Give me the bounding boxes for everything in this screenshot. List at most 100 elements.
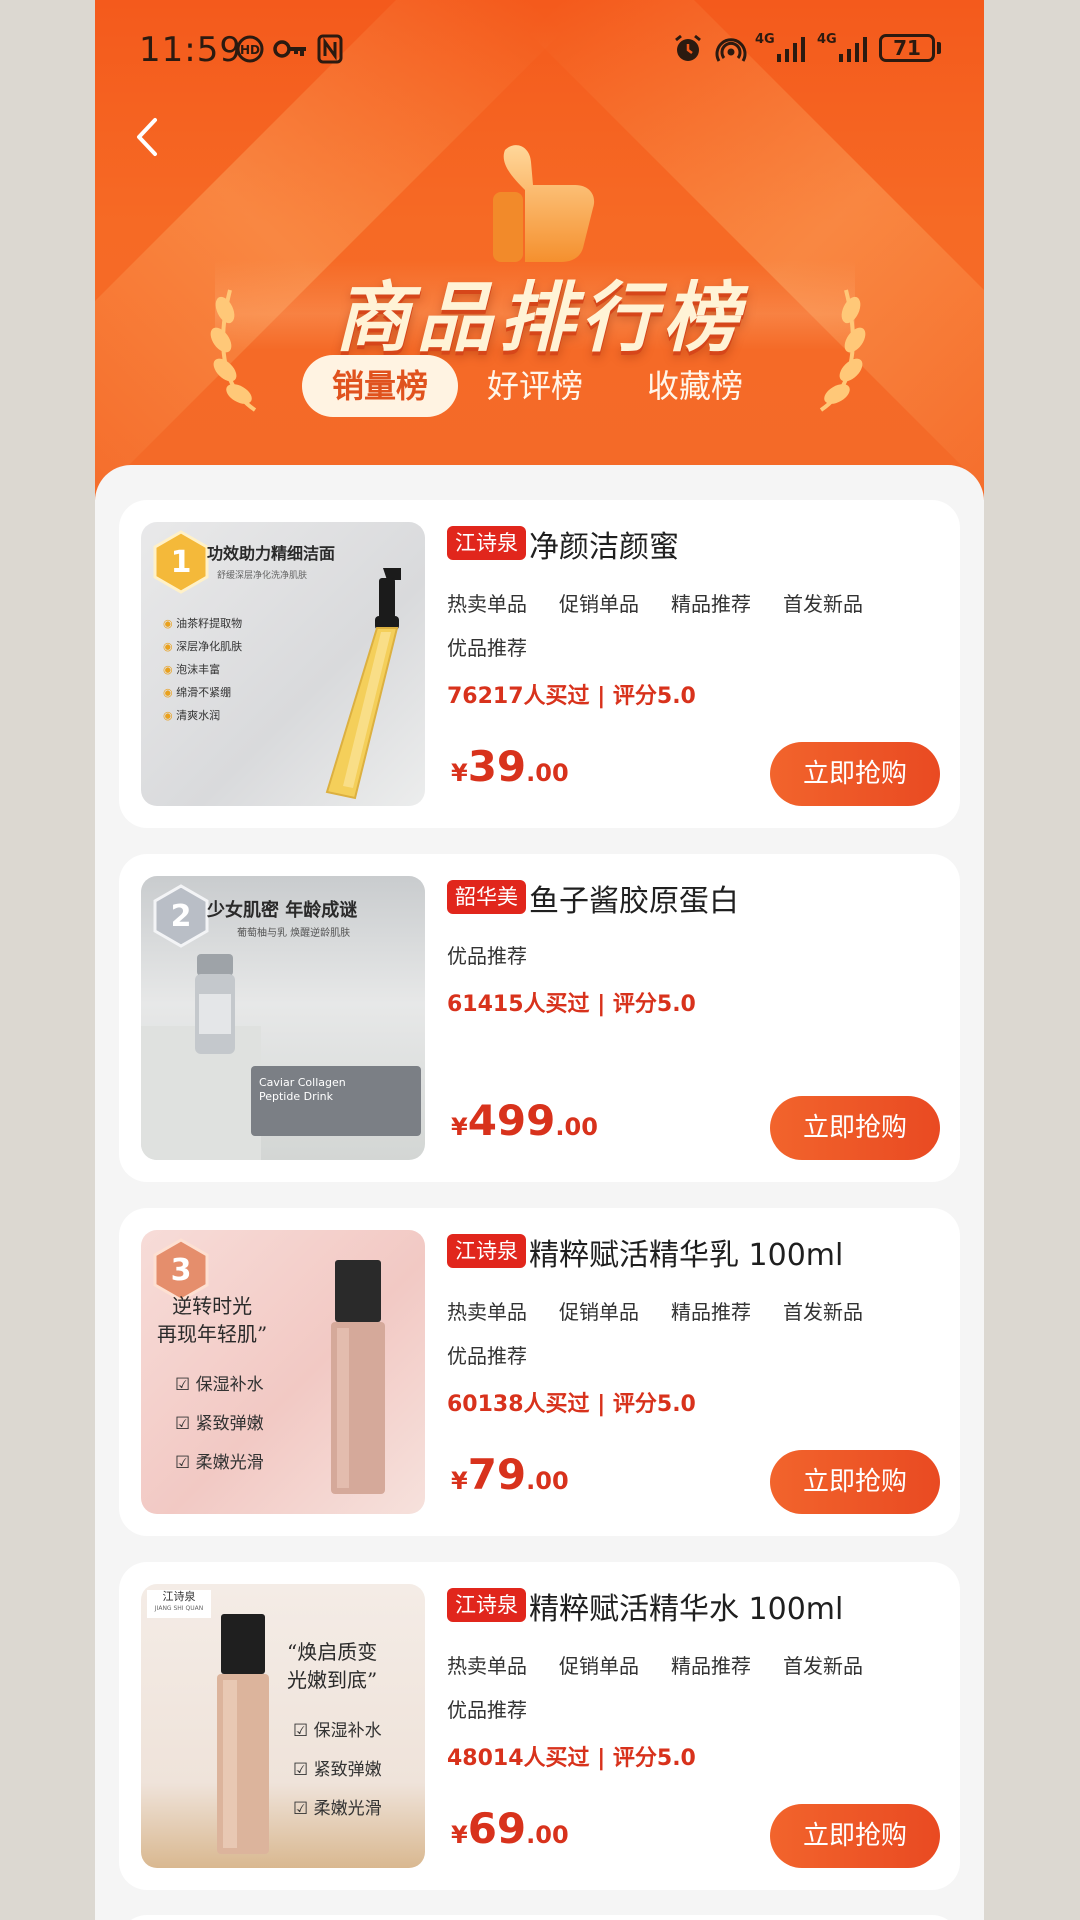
image-subtitle: 葡萄柚与乳 焕醒逆龄肌肤 bbox=[237, 928, 351, 939]
brand-logo: 江诗泉 JIANG SHI QUAN bbox=[147, 1590, 211, 1618]
image-bullet-list: ☑ 保湿补水 ☑ 紧致弹嫩 ☑ 柔嫩光滑 bbox=[175, 1366, 264, 1483]
currency-symbol: ¥ bbox=[451, 1467, 468, 1495]
network-type-label: 4G bbox=[817, 32, 837, 47]
product-tag: 促销单品 bbox=[559, 1300, 639, 1324]
product-tags: 热卖单品 促销单品 精品推荐 首发新品 bbox=[447, 1296, 895, 1325]
signal-icon bbox=[777, 37, 805, 62]
product-tag: 促销单品 bbox=[559, 592, 639, 616]
image-headline: “焕启质变 光嫩到底” bbox=[287, 1640, 378, 1692]
svg-text:3: 3 bbox=[171, 1253, 192, 1288]
image-headline: 少女肌密 年龄成谜 bbox=[207, 900, 358, 921]
product-tag: 促销单品 bbox=[559, 1654, 639, 1678]
ranking-tabs: 销量榜 好评榜 收藏榜 bbox=[95, 355, 984, 419]
ranking-banner: 11:59 HD 4G 4G 71 商品排行榜 销量榜 好评榜 收藏榜 bbox=[95, 0, 984, 500]
back-button[interactable] bbox=[125, 112, 175, 162]
product-tags: 优品推荐 bbox=[447, 1340, 559, 1369]
checkbox-icon: ☑ bbox=[175, 1414, 196, 1434]
product-tag: 优品推荐 bbox=[447, 1344, 527, 1368]
tab-rating-ranking[interactable]: 好评榜 bbox=[475, 355, 595, 417]
currency-symbol: ¥ bbox=[451, 759, 468, 787]
brand-tag: 江诗泉 bbox=[447, 1588, 526, 1622]
network-type-label: 4G bbox=[755, 32, 775, 47]
sales-rating: 61415人买过 | 评分5.0 bbox=[447, 992, 696, 1017]
svg-text:2: 2 bbox=[171, 899, 192, 934]
tab-favorites-ranking[interactable]: 收藏榜 bbox=[635, 355, 755, 417]
product-tags: 优品推荐 bbox=[447, 1694, 559, 1723]
tab-sales-ranking[interactable]: 销量榜 bbox=[302, 355, 458, 417]
product-tag: 优品推荐 bbox=[447, 636, 527, 660]
price-integer: 69 bbox=[467, 1804, 527, 1853]
vial-icon bbox=[195, 954, 235, 1054]
product-name[interactable]: 净颜洁颜蜜 bbox=[529, 522, 679, 566]
product-card[interactable]: 2 少女肌密 年龄成谜 葡萄柚与乳 焕醒逆龄肌肤 Caviar Collagen… bbox=[119, 854, 960, 1182]
buy-now-button[interactable]: 立即抢购 bbox=[770, 1450, 940, 1514]
image-bullet: ◉ 油茶籽提取物 bbox=[163, 617, 243, 630]
product-name[interactable]: 精粹赋活精华乳 100ml bbox=[529, 1230, 843, 1274]
image-bullet: ☑ 保湿补水 bbox=[293, 1721, 382, 1741]
image-headline: 功效助力精细洁面 bbox=[207, 544, 336, 563]
product-tags: 优品推荐 bbox=[447, 940, 559, 969]
next-product-card[interactable] bbox=[119, 1915, 960, 1920]
app-screen: 11:59 HD 4G 4G 71 商品排行榜 销量榜 好评榜 收藏榜 1 功效… bbox=[95, 0, 984, 1920]
product-card[interactable]: 江诗泉 JIANG SHI QUAN “焕启质变 光嫩到底” ☑ 保湿补水 ☑ … bbox=[119, 1562, 960, 1890]
price: ¥69.00 bbox=[451, 1804, 569, 1853]
price-decimal: .00 bbox=[526, 1821, 569, 1849]
price-integer: 39 bbox=[467, 742, 527, 791]
product-list: 1 功效助力精细洁面 舒缓深层净化洗净肌肤 ◉ 油茶籽提取物 ◉ 深层净化肌肤 … bbox=[95, 465, 984, 1920]
product-card[interactable]: 1 功效助力精细洁面 舒缓深层净化洗净肌肤 ◉ 油茶籽提取物 ◉ 深层净化肌肤 … bbox=[119, 500, 960, 828]
key-icon bbox=[273, 40, 306, 58]
box-label: Caviar Collagen Peptide Drink bbox=[259, 1076, 346, 1103]
product-name[interactable]: 精粹赋活精华水 100ml bbox=[529, 1584, 843, 1628]
image-bullet: ◉ 清爽水润 bbox=[163, 709, 221, 722]
sales-rating: 76217人买过 | 评分5.0 bbox=[447, 684, 696, 709]
check-icon: ◉ bbox=[163, 709, 177, 722]
nfc-icon bbox=[317, 34, 343, 64]
sales-rating: 60138人买过 | 评分5.0 bbox=[447, 1392, 696, 1417]
product-tags: 热卖单品 促销单品 精品推荐 首发新品 bbox=[447, 1650, 895, 1679]
image-bullet: ◉ 泡沫丰富 bbox=[163, 663, 221, 676]
rank-2-badge-icon: 2 bbox=[153, 884, 209, 948]
price: ¥79.00 bbox=[451, 1450, 569, 1499]
check-icon: ◉ bbox=[163, 617, 177, 630]
product-image[interactable]: 3 逆转时光 再现年轻肌” ☑ 保湿补水 ☑ 紧致弹嫩 ☑ 柔嫩光滑 bbox=[141, 1230, 425, 1514]
product-box: Caviar Collagen Peptide Drink bbox=[251, 1066, 421, 1136]
image-headline: 逆转时光 再现年轻肌” bbox=[157, 1294, 268, 1346]
price-decimal: .00 bbox=[555, 1113, 598, 1141]
checkbox-icon: ☑ bbox=[293, 1799, 314, 1819]
product-card[interactable]: 3 逆转时光 再现年轻肌” ☑ 保湿补水 ☑ 紧致弹嫩 ☑ 柔嫩光滑 江诗泉 精… bbox=[119, 1208, 960, 1536]
buy-now-button[interactable]: 立即抢购 bbox=[770, 742, 940, 806]
product-tag: 优品推荐 bbox=[447, 944, 527, 968]
price-integer: 499 bbox=[467, 1096, 556, 1145]
buy-now-button[interactable]: 立即抢购 bbox=[770, 1096, 940, 1160]
essence-bottle-icon bbox=[217, 1614, 269, 1854]
product-image[interactable]: 2 少女肌密 年龄成谜 葡萄柚与乳 焕醒逆龄肌肤 Caviar Collagen… bbox=[141, 876, 425, 1160]
chevron-left-icon bbox=[137, 118, 157, 156]
product-image[interactable]: 1 功效助力精细洁面 舒缓深层净化洗净肌肤 ◉ 油茶籽提取物 ◉ 深层净化肌肤 … bbox=[141, 522, 425, 806]
brand-tag: 江诗泉 bbox=[447, 526, 526, 560]
product-tag: 热卖单品 bbox=[447, 1654, 527, 1678]
checkbox-icon: ☑ bbox=[175, 1375, 196, 1395]
image-bullet: ◉ 绵滑不紧绷 bbox=[163, 686, 232, 699]
brand-tag: 江诗泉 bbox=[447, 1234, 526, 1268]
product-tag: 精品推荐 bbox=[671, 592, 751, 616]
image-bullet: ☑ 柔嫩光滑 bbox=[175, 1453, 264, 1473]
brand-logo-text: 江诗泉 bbox=[162, 1590, 196, 1603]
product-tags: 热卖单品 促销单品 精品推荐 首发新品 bbox=[447, 588, 895, 617]
check-icon: ◉ bbox=[163, 686, 177, 699]
brand-logo-subtext: JIANG SHI QUAN bbox=[154, 1605, 204, 1612]
price-decimal: .00 bbox=[526, 759, 569, 787]
product-image[interactable]: 江诗泉 JIANG SHI QUAN “焕启质变 光嫩到底” ☑ 保湿补水 ☑ … bbox=[141, 1584, 425, 1868]
product-tag: 精品推荐 bbox=[671, 1300, 751, 1324]
product-name[interactable]: 鱼子酱胶原蛋白 bbox=[529, 876, 739, 920]
signal-icon bbox=[839, 37, 867, 62]
product-tag: 热卖单品 bbox=[447, 1300, 527, 1324]
price-integer: 79 bbox=[467, 1450, 527, 1499]
hd-call-icon: HD bbox=[236, 35, 264, 63]
rank-1-badge-icon: 1 bbox=[153, 530, 209, 594]
buy-now-button[interactable]: 立即抢购 bbox=[770, 1804, 940, 1868]
product-tag: 首发新品 bbox=[783, 592, 863, 616]
image-bullet: ◉ 深层净化肌肤 bbox=[163, 640, 243, 653]
image-bullet-list: ☑ 保湿补水 ☑ 紧致弹嫩 ☑ 柔嫩光滑 bbox=[293, 1712, 382, 1829]
checkbox-icon: ☑ bbox=[293, 1721, 314, 1741]
image-bullet-list: ◉ 油茶籽提取物 ◉ 深层净化肌肤 ◉ 泡沫丰富 ◉ 绵滑不紧绷 ◉ 清爽水润 bbox=[163, 612, 242, 727]
